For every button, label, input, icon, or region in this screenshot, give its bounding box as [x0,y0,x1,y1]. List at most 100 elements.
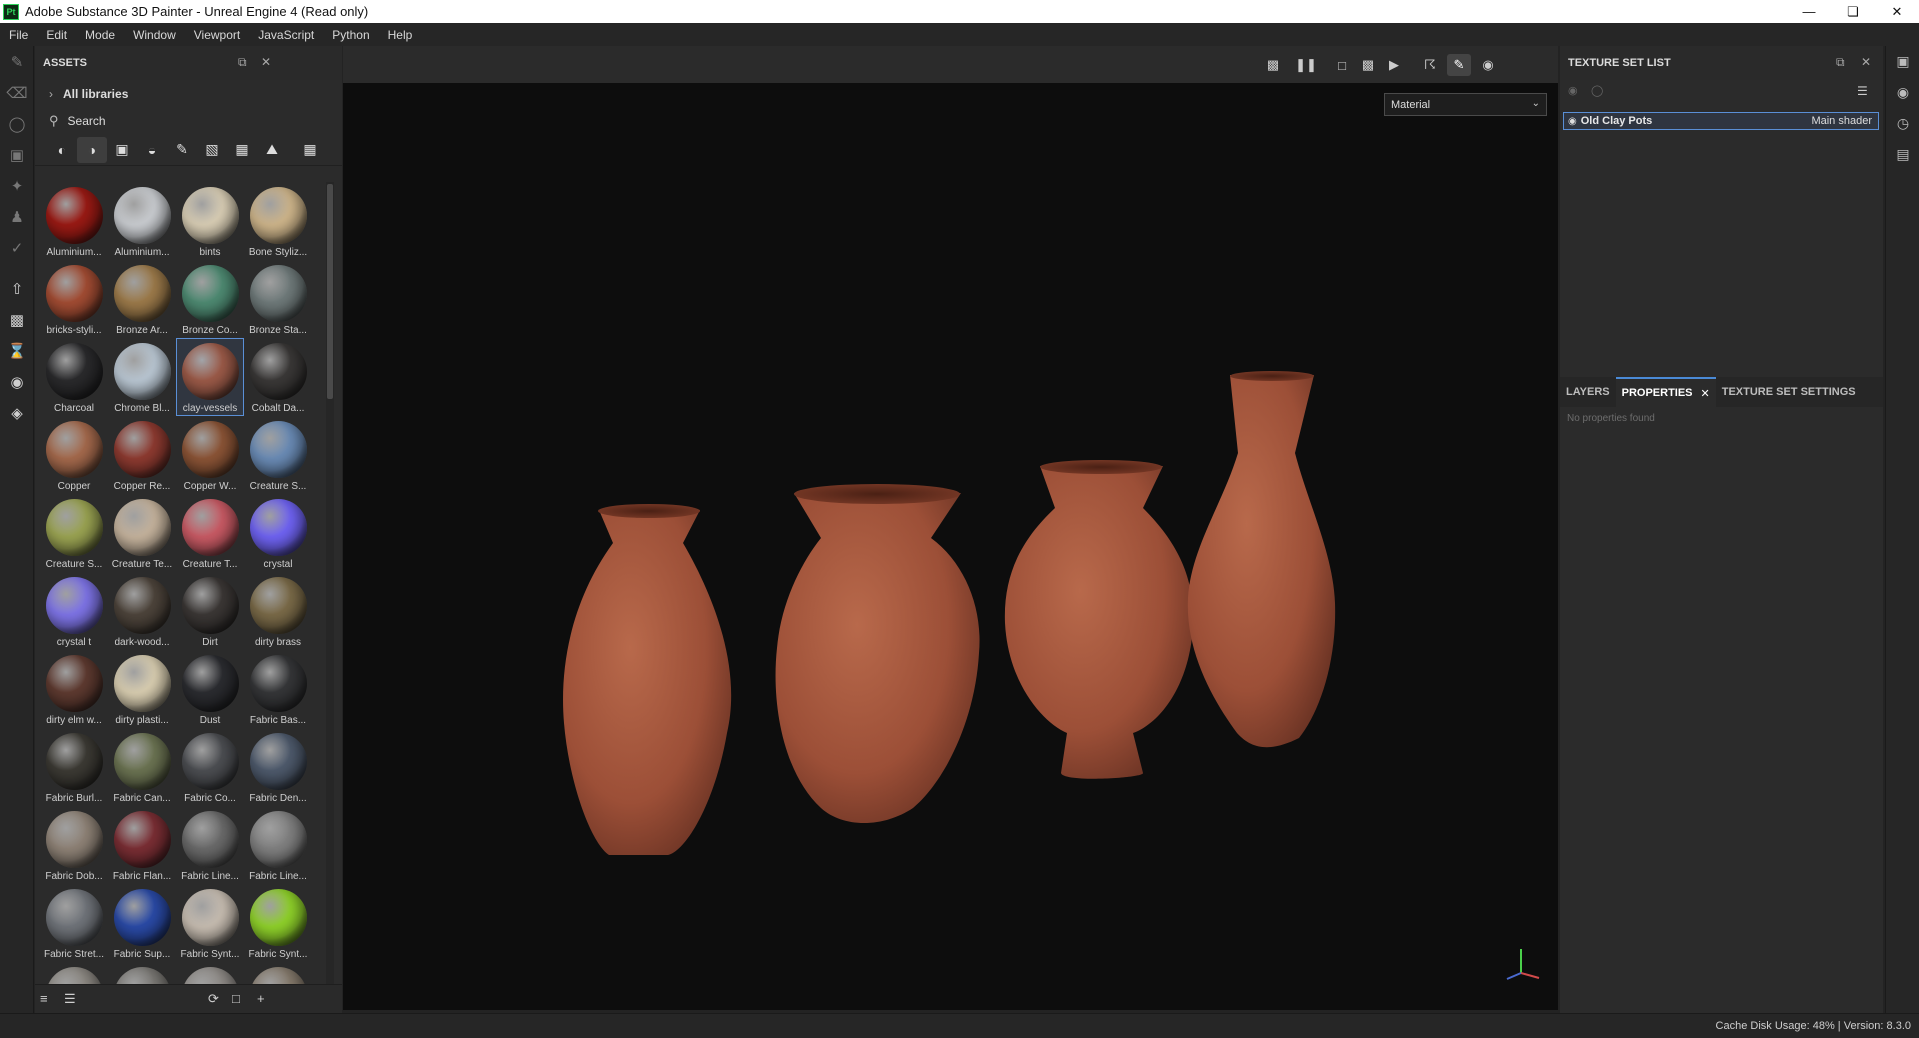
asset-tile[interactable]: Fabric Co... [176,728,244,806]
asset-tile[interactable]: crystal t [40,572,108,650]
pause-icon[interactable]: ❚❚ [1294,54,1318,76]
close-window-button[interactable]: ✕ [1875,0,1919,23]
log-icon[interactable]: ▤ [1886,139,1919,170]
asset-tile[interactable]: Creature Te... [108,494,176,572]
asset-tile[interactable]: dark-wood... [108,572,176,650]
float-panel-icon[interactable]: ⧉ [1836,55,1845,70]
asset-tile[interactable]: Bone Styliz... [244,182,312,260]
viewer-settings-icon[interactable]: ▣ [1886,46,1919,77]
menu-help[interactable]: Help [379,28,422,42]
asset-tile[interactable]: Creature S... [244,416,312,494]
eye-icon[interactable]: ◯ [1591,84,1603,97]
menu-python[interactable]: Python [323,28,378,42]
filter-patterns-icon[interactable]: ▦ [227,137,257,163]
asset-tile[interactable]: Copper Re... [108,416,176,494]
polygon-fill-tool-icon[interactable]: ▣ [0,139,34,170]
scrollbar-thumb[interactable] [327,184,333,399]
asset-tile[interactable] [176,962,244,984]
texture-set-row[interactable]: ◉ Old Clay Pots Main shader [1563,112,1879,130]
3d-viewport[interactable]: Material ⌄ [343,83,1558,1010]
asset-tile[interactable] [108,962,176,984]
asset-search[interactable]: ⚲ Search [35,108,342,134]
export-icon[interactable]: ⇧ [0,273,34,304]
filter-brushes-icon[interactable]: ✎ [167,137,197,163]
filter-materials-icon[interactable]: ◐ [47,137,77,163]
asset-tile[interactable]: Fabric Stret... [40,884,108,962]
screenshot-icon[interactable]: ◉ [1476,54,1500,76]
tab-texture-set-settings[interactable]: TEXTURE SET SETTINGS [1716,377,1862,407]
asset-tile[interactable]: Fabric Burl... [40,728,108,806]
asset-tile[interactable]: bints [176,182,244,260]
refresh-icon[interactable]: ⟳ [208,991,219,1007]
projection-tool-icon[interactable]: ◯ [0,108,34,139]
2d-view-icon[interactable]: □ [1330,54,1354,76]
picker-tool-icon[interactable]: ✓ [0,232,34,263]
asset-tile[interactable]: Fabric Sup... [108,884,176,962]
menu-javascript[interactable]: JavaScript [249,28,323,42]
hide-ui-icon[interactable]: ▩ [1261,54,1285,76]
smudge-tool-icon[interactable]: ✦ [0,170,34,201]
paint-brush-tool-icon[interactable]: ✎ [0,46,34,77]
history-clock-icon[interactable]: ◷ [1886,108,1919,139]
asset-tile[interactable]: dirty elm w... [40,650,108,728]
asset-tile[interactable]: dirty plasti... [108,650,176,728]
menu-edit[interactable]: Edit [37,28,76,42]
camera-icon[interactable]: ▶ [1382,54,1406,76]
filter-masks-icon[interactable]: ▣ [107,137,137,163]
asset-tile[interactable]: dirty brass [244,572,312,650]
asset-tile[interactable]: Aluminium... [40,182,108,260]
asset-tile[interactable]: Dirt [176,572,244,650]
tab-layers[interactable]: LAYERS [1560,377,1616,407]
visibility-eye-icon[interactable]: ◉ [1568,116,1577,127]
float-panel-icon[interactable]: ⧉ [238,55,247,70]
3d-view-icon[interactable]: ▩ [1356,54,1380,76]
asset-tile[interactable]: Bronze Sta... [244,260,312,338]
grid-view-icon[interactable]: ▦ [295,137,325,163]
asset-tile[interactable]: Fabric Synt... [176,884,244,962]
shader-settings-icon[interactable]: ◈ [0,397,34,428]
asset-tile[interactable] [244,962,312,984]
asset-tile[interactable]: Fabric Can... [108,728,176,806]
asset-tile[interactable]: Fabric Bas... [244,650,312,728]
asset-tile[interactable]: Fabric Den... [244,728,312,806]
minimize-button[interactable]: — [1787,0,1831,23]
restore-button[interactable]: ❏ [1831,0,1875,23]
shader-icon[interactable]: ◉ [1886,77,1919,108]
asset-tile[interactable] [40,962,108,984]
filter-environments-icon[interactable]: ⛰ [257,137,287,163]
paint-mode-icon[interactable]: ✎ [1447,54,1471,76]
eraser-tool-icon[interactable]: ⌫ [0,77,34,108]
menu-icon[interactable]: ☰ [1857,84,1868,98]
asset-tile[interactable]: crystal [244,494,312,572]
asset-tile[interactable]: Cobalt Da... [244,338,312,416]
asset-tile[interactable]: Bronze Co... [176,260,244,338]
asset-tile[interactable]: Charcoal [40,338,108,416]
library-selector[interactable]: › All libraries [35,80,342,108]
asset-tile[interactable]: Dust [176,650,244,728]
asset-tile[interactable]: Bronze Ar... [108,260,176,338]
list-options-icon[interactable]: ☰ [64,991,76,1007]
menu-mode[interactable]: Mode [76,28,124,42]
menu-viewport[interactable]: Viewport [185,28,249,42]
asset-tile[interactable]: Copper [40,416,108,494]
sort-icon[interactable]: ≡ [40,991,48,1006]
display-settings-icon[interactable]: ◉ [0,366,34,397]
filter-textures-icon[interactable]: ▧ [197,137,227,163]
shader-label[interactable]: Main shader [1811,115,1872,127]
bake-icon[interactable]: ▩ [0,304,34,335]
asset-tile[interactable]: Copper W... [176,416,244,494]
asset-tile[interactable]: Fabric Dob... [40,806,108,884]
history-icon[interactable]: ⌛ [0,335,34,366]
asset-tile[interactable]: Creature S... [40,494,108,572]
close-panel-icon[interactable]: ✕ [261,55,271,69]
asset-tile[interactable]: Creature T... [176,494,244,572]
close-panel-icon[interactable]: ✕ [1861,55,1871,69]
asset-tile[interactable]: Fabric Synt... [244,884,312,962]
asset-tile[interactable]: Fabric Line... [176,806,244,884]
tab-properties[interactable]: PROPERTIES ✕ [1615,377,1716,407]
folder-icon[interactable]: □ [232,991,240,1006]
filter-smart-materials-icon[interactable]: ◑ [77,136,107,163]
menu-window[interactable]: Window [124,28,185,42]
add-asset-icon[interactable]: + [257,991,265,1006]
asset-tile[interactable]: Fabric Line... [244,806,312,884]
